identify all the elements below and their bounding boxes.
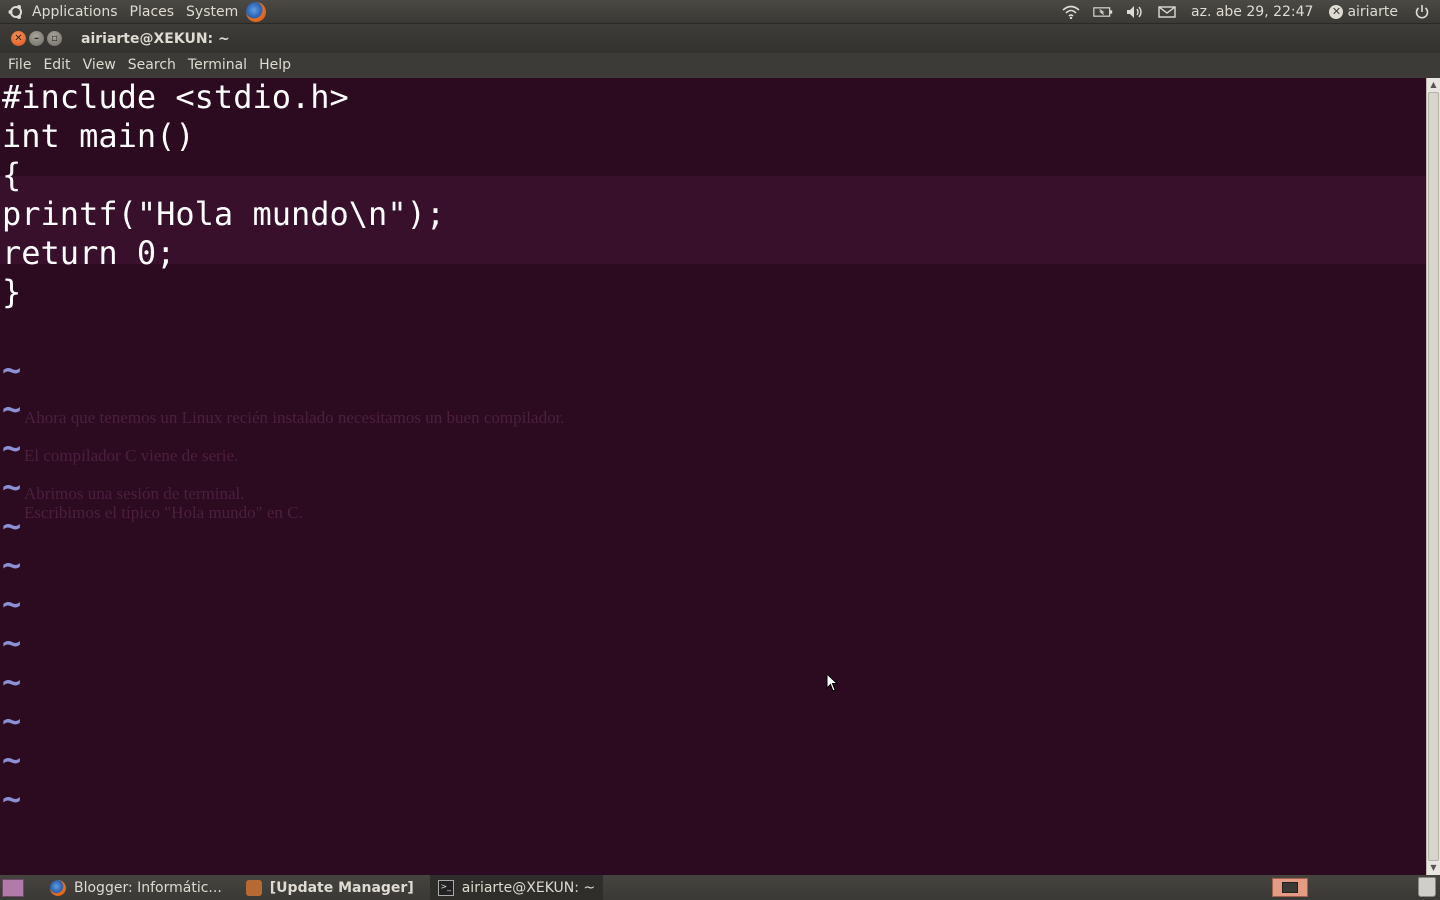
menu-terminal[interactable]: Terminal [182, 53, 253, 78]
menu-edit[interactable]: Edit [37, 53, 76, 78]
trash-icon[interactable] [1418, 877, 1436, 897]
empty-line-tilde: ~ [2, 585, 22, 623]
wifi-icon[interactable] [1061, 2, 1081, 22]
top-panel: Applications Places System az. abe 29, 2… [0, 0, 1440, 24]
volume-icon[interactable] [1125, 2, 1145, 22]
window-title: airiarte@XEKUN: ~ [81, 30, 230, 47]
code-line: return 0; [2, 234, 176, 272]
empty-line-tilde: ~ [2, 741, 22, 779]
mouse-cursor-icon [826, 673, 839, 692]
scroll-down-icon[interactable]: ▼ [1427, 861, 1440, 875]
firefox-icon[interactable] [246, 1, 267, 22]
scroll-thumb[interactable] [1428, 92, 1439, 861]
menu-file[interactable]: File [2, 53, 37, 78]
task-label: Blogger: Informátic... [74, 879, 222, 896]
window-titlebar[interactable]: ✕ – ▫ airiarte@XEKUN: ~ [0, 24, 1440, 53]
firefox-icon [50, 879, 66, 896]
empty-line-tilde: ~ [2, 624, 22, 662]
menu-search[interactable]: Search [122, 53, 182, 78]
empty-line-tilde: ~ [2, 780, 22, 818]
empty-line-tilde: ~ [2, 546, 22, 584]
user-name: airiarte [1347, 4, 1398, 20]
update-manager-icon [245, 879, 262, 896]
menu-help[interactable]: Help [253, 53, 297, 78]
empty-line-tilde: ~ [2, 429, 22, 467]
menu-system[interactable]: System [180, 0, 244, 24]
taskbar-item-update-manager[interactable]: [Update Manager] [238, 875, 422, 900]
battery-icon[interactable] [1093, 2, 1113, 22]
editor-buffer[interactable]: #include <stdio.h> int main() { printf("… [2, 78, 445, 819]
empty-line-tilde: ~ [2, 702, 22, 740]
ubuntu-logo-icon[interactable] [8, 4, 24, 20]
user-menu[interactable]: ✕ airiarte [1321, 0, 1406, 24]
terminal-scrollbar[interactable]: ▲ ▼ [1426, 78, 1440, 875]
menu-applications[interactable]: Applications [26, 0, 124, 24]
workspace-switcher[interactable] [1272, 878, 1308, 897]
clock[interactable]: az. abe 29, 22:47 [1183, 0, 1321, 24]
terminal-icon: >_ [437, 879, 454, 896]
menubar: File Edit View Search Terminal Help [0, 53, 1440, 78]
power-icon[interactable] [1412, 2, 1432, 22]
code-line: } [2, 273, 22, 311]
empty-line-tilde: ~ [2, 507, 22, 545]
taskbar-item-terminal[interactable]: >_ airiarte@XEKUN: ~ [429, 875, 604, 900]
bottom-panel: Blogger: Informátic... [Update Manager] … [0, 875, 1440, 900]
terminal-area[interactable]: Ahora que tenemos un Linux recién instal… [0, 78, 1426, 875]
scroll-up-icon[interactable]: ▲ [1427, 78, 1440, 92]
minimize-button[interactable]: – [29, 31, 44, 46]
user-status-icon: ✕ [1329, 5, 1344, 19]
task-label: airiarte@XEKUN: ~ [461, 879, 596, 896]
task-label: [Update Manager] [269, 879, 414, 896]
empty-line-tilde: ~ [2, 663, 22, 701]
code-line: printf("Hola mundo\n"); [2, 195, 446, 233]
empty-line-tilde: ~ [2, 468, 22, 506]
code-line: int main() [2, 117, 195, 155]
taskbar-item-blogger[interactable]: Blogger: Informátic... [42, 875, 230, 900]
menu-places[interactable]: Places [124, 0, 181, 24]
code-line: #include <stdio.h> [2, 78, 349, 116]
empty-line-tilde: ~ [2, 351, 22, 389]
show-desktop-icon[interactable] [2, 878, 24, 897]
maximize-button[interactable]: ▫ [47, 31, 62, 46]
workspace-thumbnail [1282, 882, 1298, 893]
close-button[interactable]: ✕ [11, 31, 26, 46]
empty-line-tilde: ~ [2, 390, 22, 428]
mail-icon[interactable] [1157, 2, 1177, 22]
menu-view[interactable]: View [77, 53, 122, 78]
code-line: { [2, 156, 22, 194]
empty-line-markers: ~ ~ ~ ~ ~ ~ ~ ~ ~ ~ ~ ~ [2, 351, 445, 819]
